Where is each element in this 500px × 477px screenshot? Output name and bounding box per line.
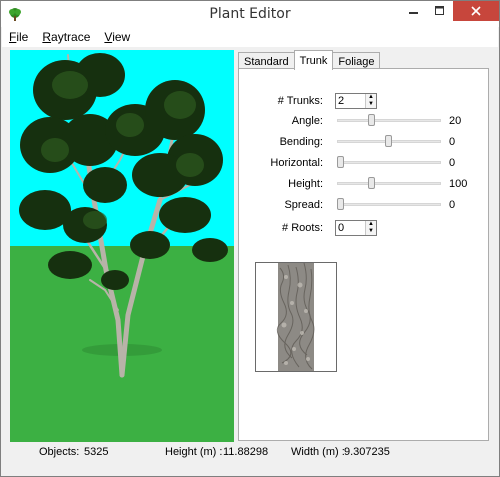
height-m-value: 11.88298	[223, 446, 269, 458]
objects-value: 5325	[84, 446, 109, 458]
width-m-value: 9.307235	[344, 446, 390, 458]
roots-label: # Roots:	[282, 222, 323, 234]
minimize-icon	[409, 12, 418, 14]
spin-up-icon[interactable]: ▲	[366, 94, 376, 101]
height-m-label: Height (m) :	[165, 446, 223, 458]
height-slider[interactable]	[335, 175, 443, 191]
plant-editor-window: Plant Editor File Raytrace View Standard…	[0, 0, 500, 477]
bark-texture-image	[256, 262, 336, 371]
objects-label: Objects:	[39, 446, 80, 458]
bending-label: Bending:	[279, 136, 323, 148]
bending-slider[interactable]	[335, 133, 443, 149]
tree-render	[10, 50, 234, 442]
bending-value: 0	[449, 136, 456, 148]
spin-up-icon[interactable]: ▲	[366, 221, 376, 228]
bark-texture-preview[interactable]	[255, 262, 337, 372]
spread-label: Spread:	[284, 199, 323, 211]
height-slider-thumb[interactable]	[368, 177, 375, 189]
roots-spinner[interactable]: 0 ▲ ▼	[335, 220, 377, 236]
angle-slider[interactable]	[335, 112, 443, 128]
close-icon	[471, 6, 481, 16]
horizontal-slider[interactable]	[335, 154, 443, 170]
spin-down-icon[interactable]: ▼	[366, 228, 376, 235]
spin-down-icon[interactable]: ▼	[366, 101, 376, 108]
roots-value: 0	[338, 222, 345, 234]
tree-3d-viewport[interactable]	[10, 50, 234, 442]
horizontal-label: Horizontal:	[270, 157, 323, 169]
trunk-panel: # Trunks: 2 ▲ ▼ Angle: 20 Bending: 0 Hor…	[238, 68, 489, 441]
angle-label: Angle:	[291, 115, 323, 127]
bending-slider-thumb[interactable]	[385, 135, 392, 147]
trunks-spinner[interactable]: 2 ▲ ▼	[335, 93, 377, 109]
menu-bar: File Raytrace View	[2, 27, 498, 47]
width-m-label: Width (m) :	[291, 446, 345, 458]
menu-raytrace[interactable]: Raytrace	[35, 27, 97, 47]
spread-slider[interactable]	[335, 196, 443, 212]
height-value: 100	[449, 178, 468, 190]
trunks-value: 2	[338, 95, 345, 107]
horizontal-value: 0	[449, 157, 456, 169]
spread-slider-thumb[interactable]	[337, 198, 344, 210]
height-label: Height:	[288, 178, 323, 190]
angle-slider-thumb[interactable]	[368, 114, 375, 126]
menu-view[interactable]: View	[97, 27, 137, 47]
minimize-button[interactable]	[401, 1, 427, 21]
tab-trunk[interactable]: Trunk	[293, 50, 334, 70]
angle-value: 20	[449, 115, 462, 127]
close-button[interactable]	[453, 1, 499, 21]
title-bar: Plant Editor	[1, 1, 499, 27]
trunks-label: # Trunks:	[277, 95, 323, 107]
status-bar: Objects: 5325 Height (m) : 11.88298 Widt…	[2, 442, 498, 462]
menu-file[interactable]: File	[2, 27, 35, 47]
tab-strip: Standard Trunk Foliage	[238, 50, 381, 70]
spread-value: 0	[449, 199, 456, 211]
maximize-button[interactable]	[427, 1, 453, 21]
horizontal-slider-thumb[interactable]	[337, 156, 344, 168]
maximize-icon	[435, 6, 444, 15]
